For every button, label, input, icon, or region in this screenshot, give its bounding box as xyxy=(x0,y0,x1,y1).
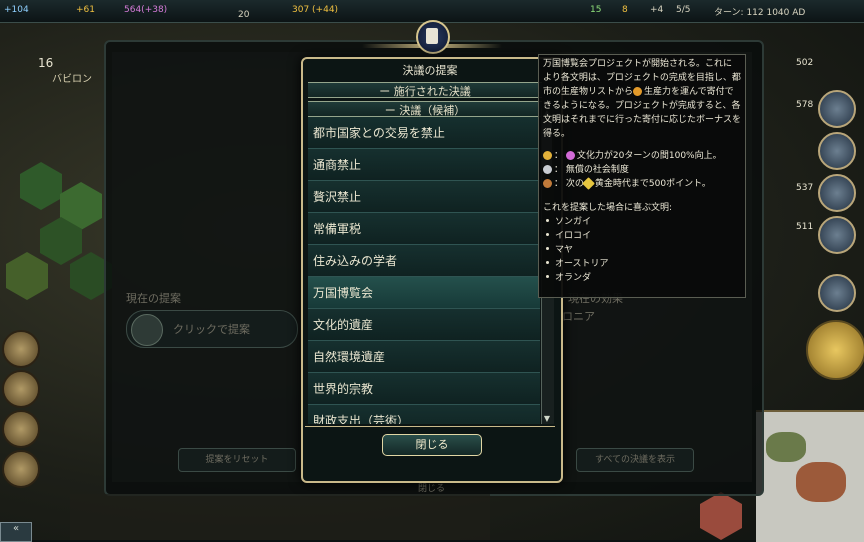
proposal-icon xyxy=(131,314,163,346)
click-to-propose-label: クリックで提案 xyxy=(173,323,250,336)
resolution-item[interactable]: 贅沢禁止 xyxy=(308,181,540,213)
league-emblem-icon xyxy=(416,20,450,54)
production-icon xyxy=(633,87,643,96)
tooltip-description: 万国博覧会プロジェクトが開始される。これにより各文明は、プロジェクトの完成を目指… xyxy=(543,59,742,139)
city-banner[interactable]: 16 バビロン xyxy=(2,54,102,85)
bottom-strip xyxy=(70,494,490,540)
happiness-value: 15 xyxy=(590,5,602,15)
reset-proposal-button[interactable]: 提案をリセット xyxy=(178,448,296,472)
tourism-value: +4 xyxy=(650,5,664,15)
show-all-resolutions-button[interactable]: すべての決議を表示 xyxy=(576,448,694,472)
unit-icon[interactable] xyxy=(2,450,40,488)
current-proposal-label: 現在の提案 xyxy=(126,292,181,305)
policies-value: 5/5 xyxy=(676,5,691,15)
stat-value: 502 xyxy=(796,58,814,68)
civ-icon[interactable] xyxy=(818,174,856,212)
map-hex xyxy=(20,162,62,210)
resolution-item[interactable]: 常備軍税 xyxy=(308,213,540,245)
reward-gold: ： 文化力が20ターンの間100%向上。 xyxy=(543,149,741,163)
pleased-civ: オーストリア xyxy=(543,257,741,271)
civ-icon[interactable] xyxy=(818,216,856,254)
map-hex xyxy=(6,252,48,300)
science-value: +104 xyxy=(4,5,29,15)
resolution-item[interactable]: 万国博覧会 xyxy=(308,277,540,309)
pleased-civ: イロコイ xyxy=(543,229,741,243)
resolution-item[interactable]: 住み込みの学者 xyxy=(308,245,540,277)
next-turn-button[interactable] xyxy=(806,320,864,380)
unit-icon[interactable] xyxy=(2,330,40,368)
dialog-title: 決議の提案 xyxy=(402,64,458,77)
reward-bronze: ： 次の 黄金時代まで500ポイント。 xyxy=(543,177,741,191)
silver-trophy-icon xyxy=(543,165,552,174)
scroll-down-icon[interactable]: ▼ xyxy=(541,414,553,424)
stat-value: 511 xyxy=(796,222,814,232)
pleased-civ: オランダ xyxy=(543,271,741,285)
close-button[interactable]: 閉じる xyxy=(382,434,482,456)
stat-value: 537 xyxy=(796,183,814,193)
resolution-item[interactable]: 自然環境遺産 xyxy=(308,341,540,373)
map-hex xyxy=(700,492,742,540)
civ-icon[interactable] xyxy=(818,132,856,170)
golden-age-value: 8 xyxy=(622,5,628,15)
enacted-resolutions-header[interactable]: ー 施行された決議 xyxy=(308,82,542,98)
minimap-land xyxy=(766,432,806,462)
collapse-icon[interactable]: « xyxy=(0,522,32,542)
divider xyxy=(305,426,555,427)
propose-slot[interactable]: クリックで提案 xyxy=(126,310,298,348)
resolution-item[interactable]: 文化的遺産 xyxy=(308,309,540,341)
minimap[interactable] xyxy=(756,410,864,542)
resolution-item[interactable]: 財政支出（芸術） xyxy=(308,405,540,424)
resolution-tooltip: 万国博覧会プロジェクトが開始される。これにより各文明は、プロジェクトの完成を目指… xyxy=(538,54,746,298)
civ-icon[interactable] xyxy=(818,274,856,312)
resolution-item[interactable]: 通商禁止 xyxy=(308,149,540,181)
unit-icon[interactable] xyxy=(2,410,40,448)
city-population: 16 xyxy=(38,56,54,70)
gold-total-value: 307 (+44) xyxy=(292,5,339,15)
resolution-item[interactable]: 世界的宗教 xyxy=(308,373,540,405)
bronze-trophy-icon xyxy=(543,179,552,188)
faith-value: 20 xyxy=(238,10,250,20)
gold-partial-value: +61 xyxy=(76,5,95,15)
culture-value: 564(+38) xyxy=(124,5,168,15)
resolution-item[interactable]: 都市国家との交易を禁止 xyxy=(308,117,540,149)
reward-silver: ： 無償の社会制度 xyxy=(543,163,741,177)
culture-icon xyxy=(565,151,575,160)
unit-icon[interactable] xyxy=(2,370,40,408)
civ-icon[interactable] xyxy=(818,90,856,128)
pleased-civ: マヤ xyxy=(543,243,741,257)
pleased-civs-header: これを提案した場合に喜ぶ文明: xyxy=(543,203,673,213)
pleased-civ: ソンガイ xyxy=(543,215,741,229)
minimap-land xyxy=(796,462,846,502)
gold-trophy-icon xyxy=(543,151,552,160)
city-name: バビロン xyxy=(52,74,92,85)
resolution-list: 都市国家との交易を禁止 通商禁止 贅沢禁止 常備軍税 住み込みの学者 万国博覧会… xyxy=(308,117,540,424)
turn-counter: ターン: 112 1040 AD xyxy=(714,8,806,18)
stat-value: 578 xyxy=(796,100,814,110)
civ-label: ロニア xyxy=(562,310,595,323)
candidate-resolutions-header[interactable]: ー 決議（候補） xyxy=(308,101,542,117)
